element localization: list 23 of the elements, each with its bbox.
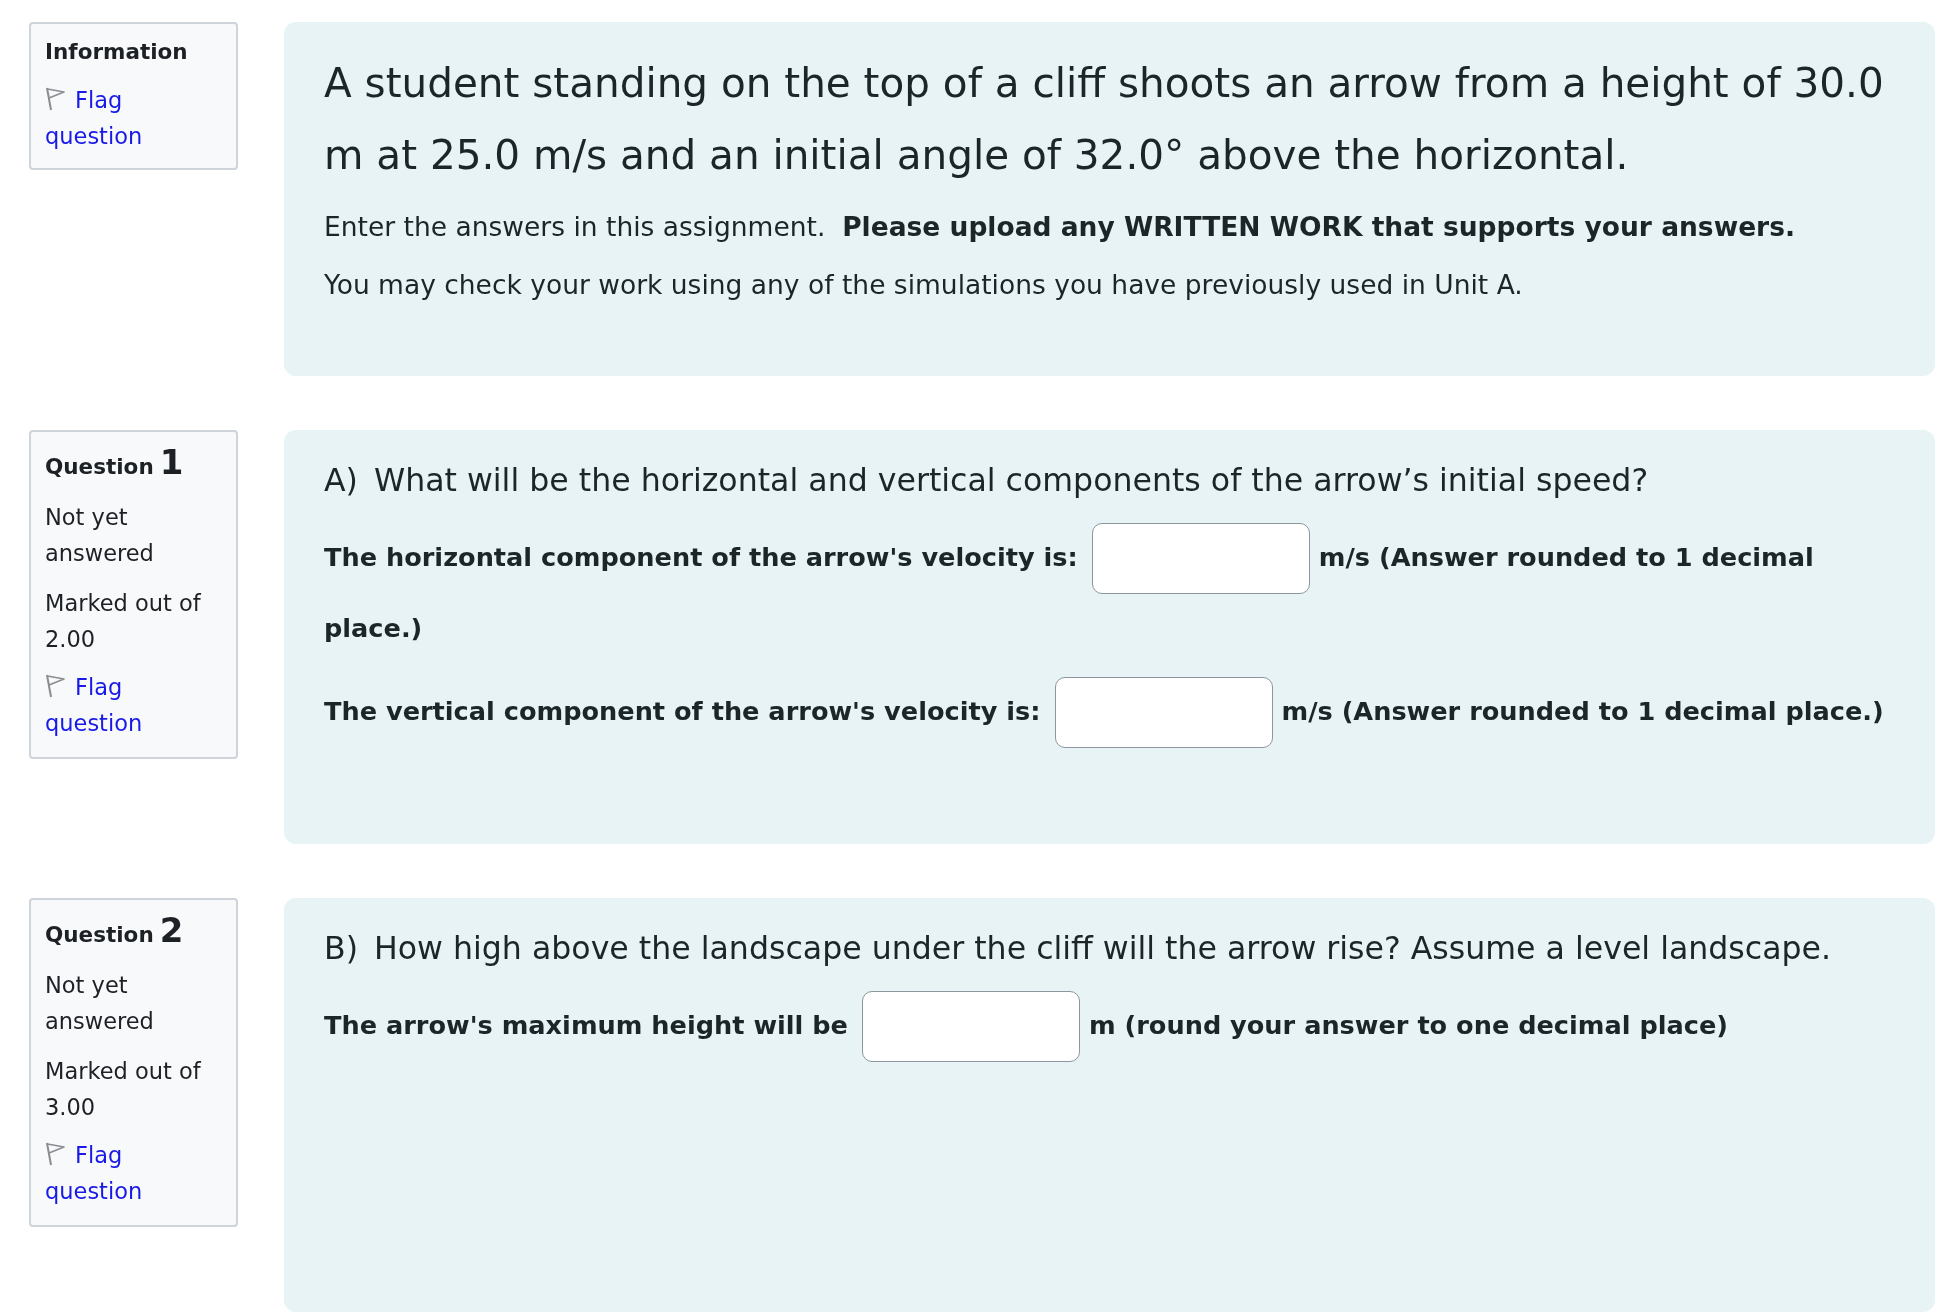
instruction-text: Enter the answers in this assignment. Please upload any WRITTEN WORK that supports your answers. bbox=[324, 210, 1796, 244]
question-grade: Marked out of 2.00 bbox=[45, 589, 202, 654]
question-prompt: How high above the landscape under the cliff will the arrow rise? Assume a level landscape. bbox=[374, 930, 1832, 966]
question-statement: A student standing on the top of a cliff shoots an arrow from a height of 30.0 m at 25.0 m/s and an initial angle of 32.0° above the horizontal. bbox=[324, 58, 1885, 181]
answer-field[interactable] bbox=[1091, 523, 1310, 594]
flag-question-link[interactable]: Flag question bbox=[45, 1137, 224, 1209]
question-status: Not yet answered bbox=[45, 503, 155, 568]
part-label: A) bbox=[324, 462, 358, 498]
answer-sentence: The horizontal component of the arrow's velocity is: m/s (Answer rounded to 1 decimal place.) bbox=[324, 519, 1899, 658]
answer-sentence: The arrow's maximum height will be m (round your answer to one decimal place) bbox=[324, 987, 1899, 1066]
question-heading: Question 2 bbox=[45, 912, 185, 952]
instruction-text: You may check your work using any of the simulations you have previously used in Unit A. bbox=[324, 268, 1524, 302]
question-heading: Information bbox=[45, 38, 189, 66]
flag-question-link[interactable]: Flag question bbox=[45, 82, 224, 154]
question-heading: Question 1 bbox=[45, 444, 185, 484]
answer-sentence: The vertical component of the arrow's velocity is: m/s (Answer rounded to 1 decimal place.) bbox=[324, 673, 1899, 752]
question-prompt: What will be the horizontal and vertical components of the arrow’s initial speed? bbox=[373, 462, 1649, 498]
question-status: Not yet answered bbox=[45, 971, 155, 1036]
flag-question-link[interactable]: Flag question bbox=[45, 669, 224, 741]
part-label: B) bbox=[324, 930, 358, 966]
answer-field[interactable] bbox=[1054, 677, 1273, 748]
answer-field[interactable] bbox=[861, 991, 1080, 1062]
question-grade: Marked out of 3.00 bbox=[45, 1057, 202, 1122]
